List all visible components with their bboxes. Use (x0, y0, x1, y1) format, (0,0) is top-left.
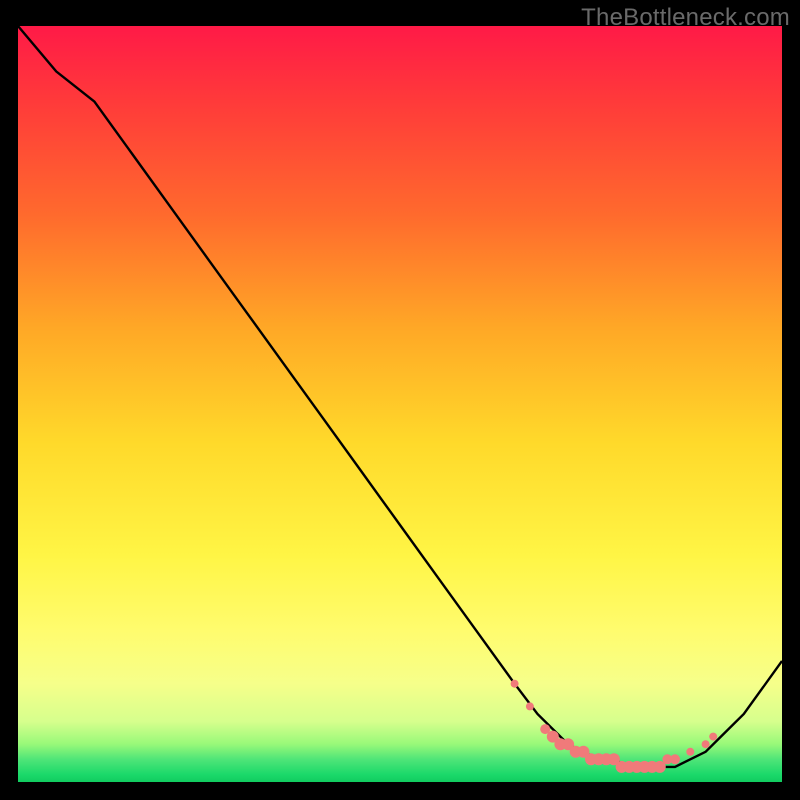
curve-markers (511, 680, 718, 773)
bottleneck-curve (18, 26, 782, 767)
watermark-text: TheBottleneck.com (581, 4, 790, 32)
curve-marker (702, 740, 710, 748)
curve-marker (526, 702, 534, 710)
chart-frame: TheBottleneck.com (0, 0, 800, 800)
curve-marker (709, 733, 717, 741)
curve-marker (670, 754, 680, 764)
plot-area (18, 26, 782, 782)
curve-marker (686, 748, 694, 756)
curve-marker (511, 680, 519, 688)
chart-svg (18, 26, 782, 782)
